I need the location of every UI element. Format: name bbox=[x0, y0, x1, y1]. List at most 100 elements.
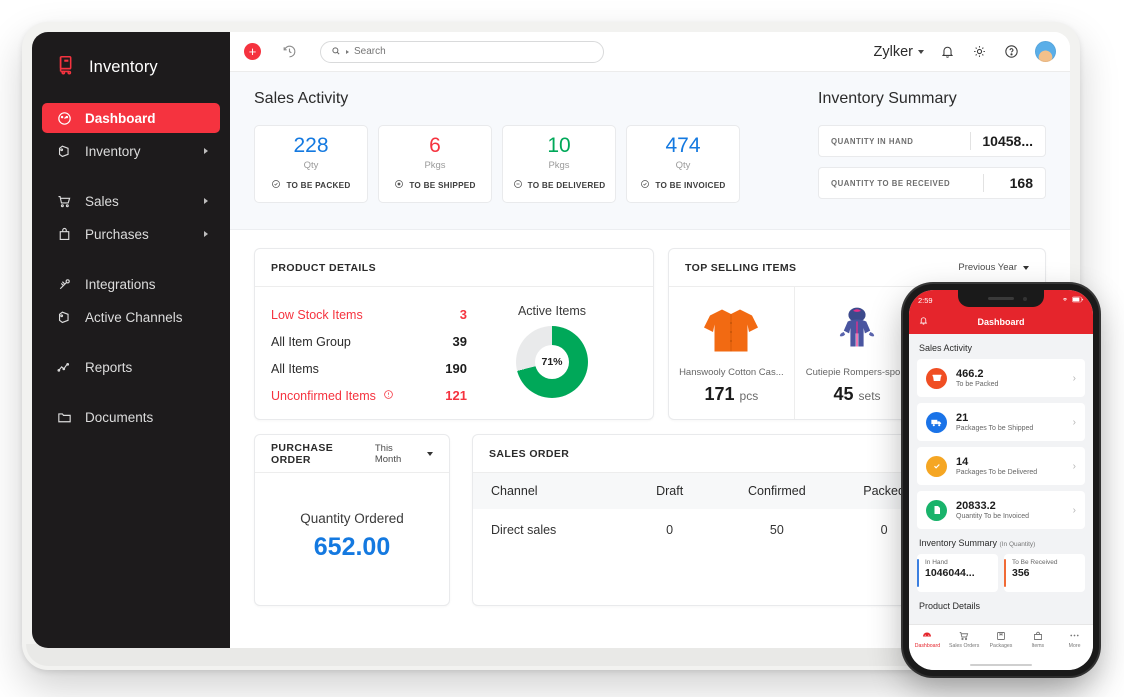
bell-icon[interactable] bbox=[939, 43, 956, 60]
chevron-right-icon: › bbox=[1072, 460, 1076, 472]
sidebar-item-reports[interactable]: Reports bbox=[42, 352, 220, 382]
phone-sales-activity-title: Sales Activity bbox=[919, 343, 973, 353]
phone-row-label: Packages To be Shipped bbox=[956, 425, 1034, 433]
phone-inventory-box-to-be-received[interactable]: To Be Received 356 bbox=[1004, 554, 1085, 592]
product-details-row-item-group[interactable]: All Item Group 39 bbox=[271, 328, 467, 355]
plus-icon[interactable]: + bbox=[244, 43, 261, 60]
org-name-label: Zylker bbox=[873, 43, 913, 60]
card-unit: Pkgs bbox=[424, 160, 446, 171]
sales-activity-card-invoiced[interactable]: 474 Qty TO BE INVOICED bbox=[626, 125, 740, 203]
sidebar-item-inventory[interactable]: Inventory bbox=[42, 136, 220, 166]
phone-row-packed[interactable]: 466.2 To be Packed › bbox=[917, 359, 1085, 397]
donut-center-label: 71% bbox=[535, 345, 569, 379]
inventory-row-in-hand[interactable]: QUANTITY IN HAND 10458... bbox=[818, 125, 1046, 157]
sales-activity-card-packed[interactable]: 228 Qty TO BE PACKED bbox=[254, 125, 368, 203]
search-icon bbox=[331, 43, 341, 61]
phone-row-shipped[interactable]: 21 Packages To be Shipped › bbox=[917, 403, 1085, 441]
purchase-order-body: Quantity Ordered 652.00 bbox=[255, 473, 449, 562]
box-value: 356 bbox=[1012, 567, 1030, 579]
sidebar-item-documents[interactable]: Documents bbox=[42, 402, 220, 432]
column-header-channel[interactable]: Channel bbox=[473, 473, 616, 509]
cell-channel: Direct sales bbox=[491, 523, 557, 537]
column-header-draft[interactable]: Draft bbox=[616, 473, 724, 509]
row-label: Low Stock Items bbox=[271, 307, 363, 322]
phone-row-invoiced[interactable]: 20833.2 Quantity To be Invoiced › bbox=[917, 491, 1085, 529]
phone-tab-dashboard[interactable]: Dashboard bbox=[909, 629, 946, 649]
sidebar-item-label: Reports bbox=[85, 359, 133, 375]
warning-circle-icon bbox=[383, 389, 394, 403]
box-tag-icon bbox=[56, 143, 73, 160]
summary-band: Sales Activity 228 Qty TO BE PACKED 6 Pk… bbox=[230, 72, 1070, 230]
box-value: 1046044... bbox=[925, 567, 975, 579]
item-qty: 171 pcs bbox=[704, 384, 758, 405]
phone-row-label: Quantity To be Invoiced bbox=[956, 513, 1030, 521]
tab-label: Packages bbox=[989, 643, 1013, 649]
inventory-row-label: QUANTITY IN HAND bbox=[831, 136, 914, 146]
document-icon bbox=[926, 499, 947, 521]
sidebar-item-active-channels[interactable]: Active Channels bbox=[42, 302, 220, 332]
phone-inventory-boxes: In Hand 1046044... To Be Received 356 bbox=[917, 554, 1085, 592]
card-value: 10 bbox=[547, 134, 571, 157]
chevron-down-icon[interactable] bbox=[346, 49, 349, 54]
chevron-right-icon bbox=[204, 231, 208, 237]
product-details-row-low-stock[interactable]: Low Stock Items 3 bbox=[271, 301, 467, 328]
card-header: PRODUCT DETAILS bbox=[255, 249, 653, 287]
product-details-row-unconfirmed[interactable]: Unconfirmed Items 121 bbox=[271, 382, 467, 409]
product-details-row-all-items[interactable]: All Items 190 bbox=[271, 355, 467, 382]
phone-row-value: 20833.2 bbox=[956, 499, 996, 512]
chevron-right-icon: › bbox=[1072, 504, 1076, 516]
product-details-card: PRODUCT DETAILS Low Stock Items 3 All It… bbox=[254, 248, 654, 420]
sales-activity-card-shipped[interactable]: 6 Pkgs TO BE SHIPPED bbox=[378, 125, 492, 203]
search-box[interactable] bbox=[320, 40, 604, 63]
box-tag-icon bbox=[56, 309, 73, 326]
row-value: 3 bbox=[459, 307, 467, 322]
folder-icon bbox=[56, 409, 73, 426]
sidebar-item-dashboard[interactable]: Dashboard bbox=[42, 103, 220, 133]
sidebar-item-label: Active Channels bbox=[85, 309, 183, 325]
phone-screen: 2:59 Dashboard Sales Activity 466.2 To b… bbox=[909, 290, 1093, 670]
phone-mockup: 2:59 Dashboard Sales Activity 466.2 To b… bbox=[903, 284, 1099, 676]
inventory-row-to-be-received[interactable]: QUANTITY TO BE RECEIVED 168 bbox=[818, 167, 1046, 199]
card-value: 228 bbox=[293, 134, 329, 157]
period-dropdown[interactable]: Previous Year bbox=[958, 262, 1029, 273]
phone-tab-packages[interactable]: Packages bbox=[983, 629, 1020, 649]
search-input[interactable] bbox=[354, 46, 593, 57]
clock-history-icon[interactable] bbox=[281, 43, 298, 60]
gear-icon[interactable] bbox=[971, 43, 988, 60]
brand[interactable]: Inventory bbox=[32, 38, 230, 97]
card-value: 474 bbox=[665, 134, 701, 157]
row-value: 121 bbox=[445, 388, 467, 403]
card-unit: Qty bbox=[303, 160, 319, 171]
sidebar-item-purchases[interactable]: Purchases bbox=[42, 219, 220, 249]
ellipsis-icon bbox=[1056, 629, 1093, 642]
phone-inventory-title-text: Inventory Summary bbox=[919, 538, 998, 548]
column-header-confirmed[interactable]: Confirmed bbox=[723, 473, 831, 509]
screenshot-stage: Inventory Dashboard Inventory Sales Purc… bbox=[0, 0, 1124, 697]
phone-inventory-box-in-hand[interactable]: In Hand 1046044... bbox=[917, 554, 998, 592]
inventory-summary-title: Inventory Summary bbox=[818, 90, 957, 107]
org-switcher[interactable]: Zylker bbox=[874, 44, 924, 60]
avatar[interactable] bbox=[1035, 41, 1056, 62]
battery-icon bbox=[1072, 296, 1084, 305]
card-unit: Pkgs bbox=[548, 160, 570, 171]
card-unit: Qty bbox=[675, 160, 691, 171]
top-selling-item[interactable]: Hanswooly Cotton Cas... 171 pcs bbox=[669, 287, 795, 419]
quantity-ordered-label: Quantity Ordered bbox=[300, 511, 404, 526]
sidebar-item-integrations[interactable]: Integrations bbox=[42, 269, 220, 299]
inventory-logo-icon bbox=[56, 54, 78, 81]
phone-inventory-subtitle: (In Quantity) bbox=[999, 541, 1036, 548]
top-selling-item[interactable]: Cutiepie Rompers-spo... 45 sets bbox=[795, 287, 921, 419]
topbar: + Search Zylker bbox=[230, 32, 1070, 72]
quantity-ordered-value: 652.00 bbox=[313, 533, 391, 561]
purchase-order-card: PURCHASE ORDER This Month Quantity Order… bbox=[254, 434, 450, 606]
phone-tab-sales-orders[interactable]: Sales Orders bbox=[946, 629, 983, 649]
package-box-icon bbox=[983, 629, 1020, 642]
sales-activity-card-delivered[interactable]: 10 Pkgs TO BE DELIVERED bbox=[502, 125, 616, 203]
sidebar-item-sales[interactable]: Sales bbox=[42, 186, 220, 216]
phone-tab-items[interactable]: Items bbox=[1019, 629, 1056, 649]
period-dropdown[interactable]: This Month bbox=[375, 443, 433, 465]
phone-row-delivered[interactable]: 14 Packages To be Delivered › bbox=[917, 447, 1085, 485]
question-circle-icon[interactable] bbox=[1003, 43, 1020, 60]
phone-tab-more[interactable]: More bbox=[1056, 629, 1093, 649]
item-qty-value: 45 bbox=[833, 384, 854, 404]
